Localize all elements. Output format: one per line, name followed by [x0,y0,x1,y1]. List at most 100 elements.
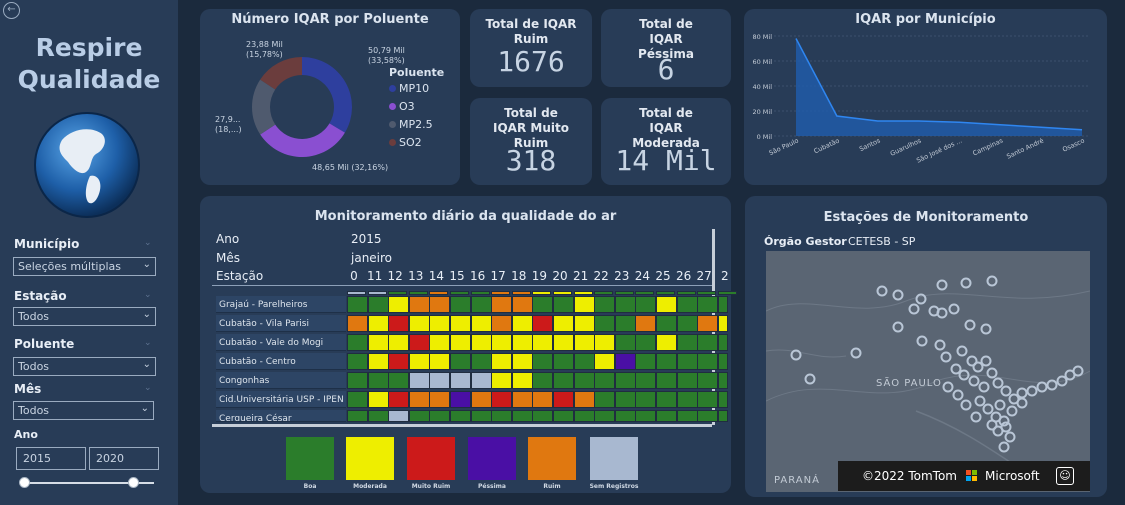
year-to-input[interactable]: 2020 [89,447,159,470]
matrix-cell[interactable] [717,296,728,313]
matrix-cell[interactable] [450,334,471,351]
matrix-cell[interactable] [594,353,616,370]
matrix-cell[interactable] [635,291,655,295]
donut-slice-mp10[interactable] [302,57,352,133]
matrix-cell[interactable] [656,391,677,408]
matrix-cell[interactable] [408,291,428,295]
matrix-cell[interactable] [408,315,430,332]
matrix-cell[interactable] [614,296,636,313]
station-markers[interactable] [790,275,1084,453]
station-marker[interactable] [1036,381,1048,393]
matrix-cell[interactable] [717,334,728,351]
station-marker[interactable] [916,335,928,347]
matrix-cell[interactable] [553,410,574,422]
station-marker[interactable] [1046,379,1058,391]
matrix-cell[interactable] [388,334,410,351]
matrix-cell[interactable] [573,291,593,295]
matrix-cell[interactable] [450,410,471,422]
matrix-cell[interactable] [553,296,574,313]
station-row-label[interactable]: Cubatão - Vale do Mogi [216,334,346,351]
chevron-down-icon[interactable]: ⌄ [144,383,152,393]
matrix-cell[interactable] [511,391,533,408]
station-row-label[interactable]: Cubatão - Centro [216,353,346,370]
station-marker[interactable] [892,289,904,301]
matrix-cell[interactable] [573,353,595,370]
matrix-cell[interactable] [614,315,636,332]
donut-slice-mp25[interactable] [252,79,276,135]
station-row-label[interactable]: Cerqueira César [216,410,346,422]
matrix-cell[interactable] [594,334,616,351]
matrix-cell[interactable] [532,410,554,422]
station-marker[interactable] [968,375,980,387]
matrix-cell[interactable] [594,372,616,389]
donut-chart[interactable] [250,55,354,159]
station-marker[interactable] [992,377,1004,389]
arrow-left-icon[interactable]: ← [3,2,20,19]
station-marker[interactable] [1016,397,1028,409]
matrix-horizontal-scrollbar[interactable] [212,424,712,427]
matrix-cell[interactable] [635,353,657,370]
matrix-cell[interactable] [573,296,595,313]
matrix-cell[interactable] [532,315,554,332]
matrix-cell[interactable] [594,296,616,313]
matrix-cell[interactable] [388,315,410,332]
matrix-cell[interactable] [367,296,389,313]
matrix-cell[interactable] [697,391,719,408]
station-marker[interactable] [940,351,952,363]
station-marker[interactable] [850,347,862,359]
matrix-cell[interactable] [491,372,513,389]
station-marker[interactable] [948,303,960,315]
legend-item-so2[interactable]: SO2 [389,136,422,149]
matrix-cell[interactable] [408,391,430,408]
station-marker[interactable] [980,323,992,335]
matrix-cell[interactable] [511,334,533,351]
matrix-cell[interactable] [656,296,677,313]
matrix-cell[interactable] [388,353,410,370]
matrix-cell[interactable] [429,315,451,332]
matrix-cell[interactable] [491,315,513,332]
matrix-cell[interactable] [450,353,471,370]
matrix-cell[interactable] [511,410,533,422]
matrix-cell[interactable] [408,372,430,389]
station-row-label[interactable]: Congonhas [216,372,346,389]
station-marker[interactable] [974,395,986,407]
matrix-cell[interactable] [717,291,737,295]
matrix-cell[interactable] [553,372,574,389]
station-marker[interactable] [1016,387,1028,399]
station-marker[interactable] [1026,385,1038,397]
filter-municipio-select[interactable]: Seleções múltiplas ⌄ [13,257,156,276]
station-marker[interactable] [1000,385,1012,397]
matrix-cell[interactable] [573,315,595,332]
matrix-cell[interactable] [388,296,410,313]
matrix-cell[interactable] [367,291,387,295]
matrix-cell[interactable] [347,291,366,295]
area-chart[interactable]: 80 Mil 60 Mil 40 Mil 20 Mil 0 MilSão Paulo Cu… [744,26,1107,184]
matrix-cell[interactable] [367,315,389,332]
matrix-cell[interactable] [656,291,675,295]
matrix-cell[interactable] [367,410,389,422]
year-slider-handle-start[interactable] [19,477,30,488]
matrix-cell[interactable] [676,334,698,351]
matrix-cell[interactable] [717,315,728,332]
matrix-cell[interactable] [573,372,595,389]
matrix-cell[interactable] [429,391,451,408]
matrix-cell[interactable] [511,291,531,295]
matrix-cell[interactable] [450,291,469,295]
matrix-cell[interactable] [491,334,513,351]
station-row-label[interactable]: Cid.Universitária USP - IPEN [216,391,346,408]
matrix-cell[interactable] [594,391,616,408]
matrix-cell[interactable] [614,372,636,389]
matrix-cell[interactable] [408,410,430,422]
station-marker[interactable] [1006,405,1018,417]
matrix-cell[interactable] [717,372,728,389]
station-marker[interactable] [960,277,972,289]
matrix-cell[interactable] [491,296,513,313]
station-marker[interactable] [994,399,1006,411]
matrix-cell[interactable] [532,353,554,370]
matrix-cell[interactable] [470,391,492,408]
matrix-cell[interactable] [635,410,657,422]
matrix-cell[interactable] [656,410,677,422]
matrix-cell[interactable] [676,296,698,313]
station-marker[interactable] [1072,365,1084,377]
matrix-cell[interactable] [553,315,574,332]
